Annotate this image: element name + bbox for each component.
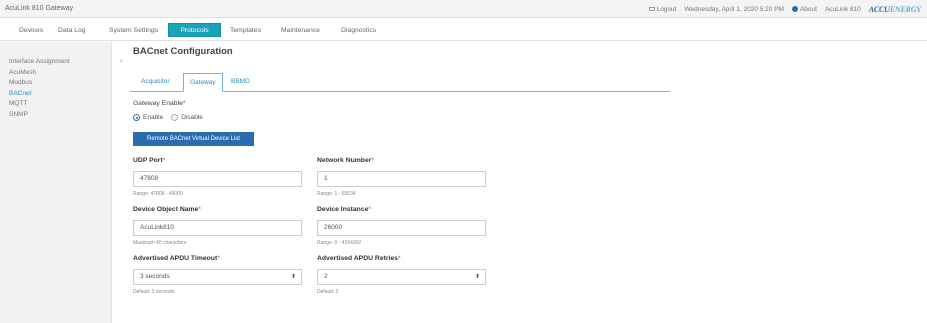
apdu-retries-label: Advertised APDU Retries* — [317, 255, 401, 262]
nav-system-settings[interactable]: System Settings — [104, 23, 163, 37]
apdu-timeout-hint: Default: 3 seconds — [133, 289, 175, 295]
tab-bbmd[interactable]: BBMD — [225, 73, 256, 91]
radio-disable-label: Disable — [181, 114, 203, 121]
apdu-retries-value: 2 — [324, 273, 328, 280]
select-arrow-icon: ⬍ — [290, 274, 296, 280]
device-object-name-label: Device Object Name* — [133, 206, 201, 213]
required-mark: * — [368, 206, 372, 213]
select-arrow-icon: ⬍ — [474, 274, 480, 280]
device-instance-input[interactable]: 26000 — [317, 220, 486, 236]
info-icon — [791, 5, 798, 12]
nav-maintenance[interactable]: Maintenance — [276, 23, 325, 37]
required-mark: * — [162, 157, 166, 164]
sidebar-item-interface-assignment[interactable]: Interface Assignment — [9, 57, 70, 68]
logo-part-b: ENERGY — [889, 4, 921, 14]
required-mark: * — [397, 255, 401, 262]
nav-protocols[interactable]: Protocols — [168, 23, 221, 37]
logo-part-a: ACCU — [868, 4, 890, 14]
sidebar-list: Interface Assignment AcuMesh Modbus BACn… — [9, 57, 70, 120]
required-mark: * — [217, 255, 220, 262]
apdu-retries-hint: Default: 2 — [317, 289, 339, 295]
device-instance-label-text: Device Instance — [317, 206, 369, 213]
network-number-label: Network Number* — [317, 157, 374, 164]
main-nav: Devices Data Log System Settings Protoco… — [0, 19, 927, 41]
device-name: AcuLink 810 — [824, 5, 861, 13]
network-number-hint: Range: 1 - 65534 — [317, 191, 356, 197]
logout-label: Logout — [656, 5, 677, 13]
device-object-name-label-text: Device Object Name — [133, 206, 199, 213]
required-mark: * — [182, 100, 186, 107]
logout-link[interactable]: Logout — [648, 5, 677, 13]
page-title: BACnet Configuration — [133, 46, 233, 57]
datetime: Wednesday, April 1, 2020 5:20 PM — [684, 5, 784, 13]
gateway-enable-label-text: Gateway Enable — [133, 100, 183, 107]
gateway-enable-radios: Enable Disable — [133, 114, 203, 121]
gateway-enable-label: Gateway Enable* — [133, 100, 186, 107]
about-link[interactable]: About — [791, 5, 817, 13]
sidebar-item-modbus[interactable]: Modbus — [9, 78, 70, 89]
app-title: AcuLink 810 Gateway — [5, 5, 74, 12]
sidebar-item-mqtt[interactable]: MQTT — [9, 99, 70, 110]
udp-port-label-text: UDP Port — [133, 157, 163, 164]
remote-device-list-button[interactable]: Remote BACnet Virtual Device List — [133, 132, 254, 146]
top-bar: AcuLink 810 Gateway Logout Wednesday, Ap… — [0, 0, 927, 18]
udp-port-hint: Range: 47808 - 49000 — [133, 191, 183, 197]
udp-port-input[interactable]: 47808 — [133, 171, 302, 187]
sidebar-item-snmp[interactable]: SNMP — [9, 110, 70, 121]
network-number-input[interactable]: 1 — [317, 171, 486, 187]
device-object-name-input[interactable]: AcuLink810 — [133, 220, 302, 236]
brand-logo: ACCUENERGY — [869, 5, 921, 14]
tab-acquisitor[interactable]: Acquisitor — [135, 73, 176, 91]
sidebar-item-acumesh[interactable]: AcuMesh — [9, 68, 70, 79]
about-label: About — [799, 5, 817, 13]
device-instance-label: Device Instance* — [317, 206, 371, 213]
chevron-left-icon[interactable]: ‹ — [120, 56, 123, 65]
radio-enable-label: Enable — [143, 114, 164, 121]
radio-disable[interactable] — [171, 114, 179, 121]
nav-devices[interactable]: Devices — [14, 23, 48, 37]
required-mark: * — [371, 157, 375, 164]
tab-gateway[interactable]: Gateway — [183, 73, 223, 92]
device-instance-hint: Range: 0 - 4194302 — [317, 240, 362, 246]
nav-data-log[interactable]: Data Log — [53, 23, 91, 37]
apdu-retries-label-text: Advertised APDU Retries — [317, 255, 398, 262]
required-mark: * — [198, 206, 202, 213]
apdu-timeout-select[interactable]: 3 seconds ⬍ — [133, 269, 302, 285]
protocol-tabs: Acquisitor Gateway BBMD — [130, 73, 670, 92]
sidebar: Interface Assignment AcuMesh Modbus BACn… — [0, 42, 112, 323]
network-number-label-text: Network Number — [317, 157, 372, 164]
nav-diagnostics[interactable]: Diagnostics — [336, 23, 381, 37]
logout-icon — [648, 6, 655, 11]
udp-port-label: UDP Port* — [133, 157, 165, 164]
sidebar-item-bacnet[interactable]: BACnet — [9, 89, 70, 100]
apdu-timeout-label-text: Advertised APDU Timeout — [133, 255, 218, 262]
apdu-timeout-value: 3 seconds — [140, 273, 170, 280]
top-right-bar: Logout Wednesday, April 1, 2020 5:20 PM … — [648, 3, 921, 15]
nav-templates[interactable]: Templates — [225, 23, 266, 37]
radio-enable[interactable] — [133, 114, 140, 121]
device-object-name-hint: Maximum 40 characters — [133, 240, 187, 246]
apdu-timeout-label: Advertised APDU Timeout* — [133, 255, 220, 262]
apdu-retries-select[interactable]: 2 ⬍ — [317, 269, 486, 285]
